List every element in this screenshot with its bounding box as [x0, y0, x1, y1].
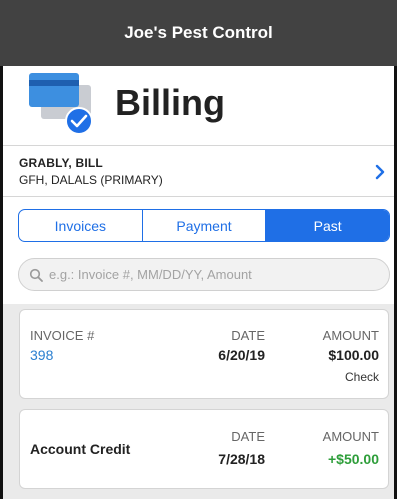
search-icon [29, 268, 43, 282]
date-label: DATE [231, 328, 265, 343]
invoice-amount: $100.00 [328, 347, 379, 363]
credit-amount: +$50.00 [328, 451, 379, 467]
account-name: GRABLY, BILL [19, 156, 103, 170]
invoice-number-link[interactable]: 398 [30, 347, 53, 363]
date-label: DATE [231, 429, 265, 444]
page-header: Billing [3, 66, 394, 144]
search-input[interactable] [49, 267, 369, 282]
chevron-right-icon[interactable] [372, 162, 388, 182]
amount-label: AMOUNT [322, 328, 379, 343]
account-subtitle: GFH, DALALS (PRIMARY) [19, 173, 163, 187]
search-bar[interactable] [18, 258, 390, 291]
amount-label: AMOUNT [322, 429, 379, 444]
app-title: Joe's Pest Control [124, 23, 273, 42]
tab-invoices[interactable]: Invoices [19, 210, 143, 241]
credit-title: Account Credit [30, 441, 131, 457]
credit-date: 7/28/18 [218, 451, 265, 467]
invoice-date: 6/20/19 [218, 347, 265, 363]
tab-payment[interactable]: Payment [143, 210, 267, 241]
invoice-record-card[interactable]: INVOICE # 398 DATE 6/20/19 AMOUNT $100.0… [19, 309, 389, 399]
page-title: Billing [115, 82, 225, 123]
tab-past[interactable]: Past [266, 210, 389, 241]
account-credit-card[interactable]: Account Credit DATE 7/28/18 AMOUNT +$50.… [19, 409, 389, 489]
app-title-bar: Joe's Pest Control [0, 0, 397, 66]
billing-tabs: Invoices Payment Past [18, 209, 390, 242]
invoice-number-label: INVOICE # [30, 328, 95, 343]
payment-method: Check [344, 370, 379, 384]
account-selector[interactable]: GRABLY, BILL GFH, DALALS (PRIMARY) [3, 145, 394, 197]
billing-card-check-icon [29, 73, 93, 135]
